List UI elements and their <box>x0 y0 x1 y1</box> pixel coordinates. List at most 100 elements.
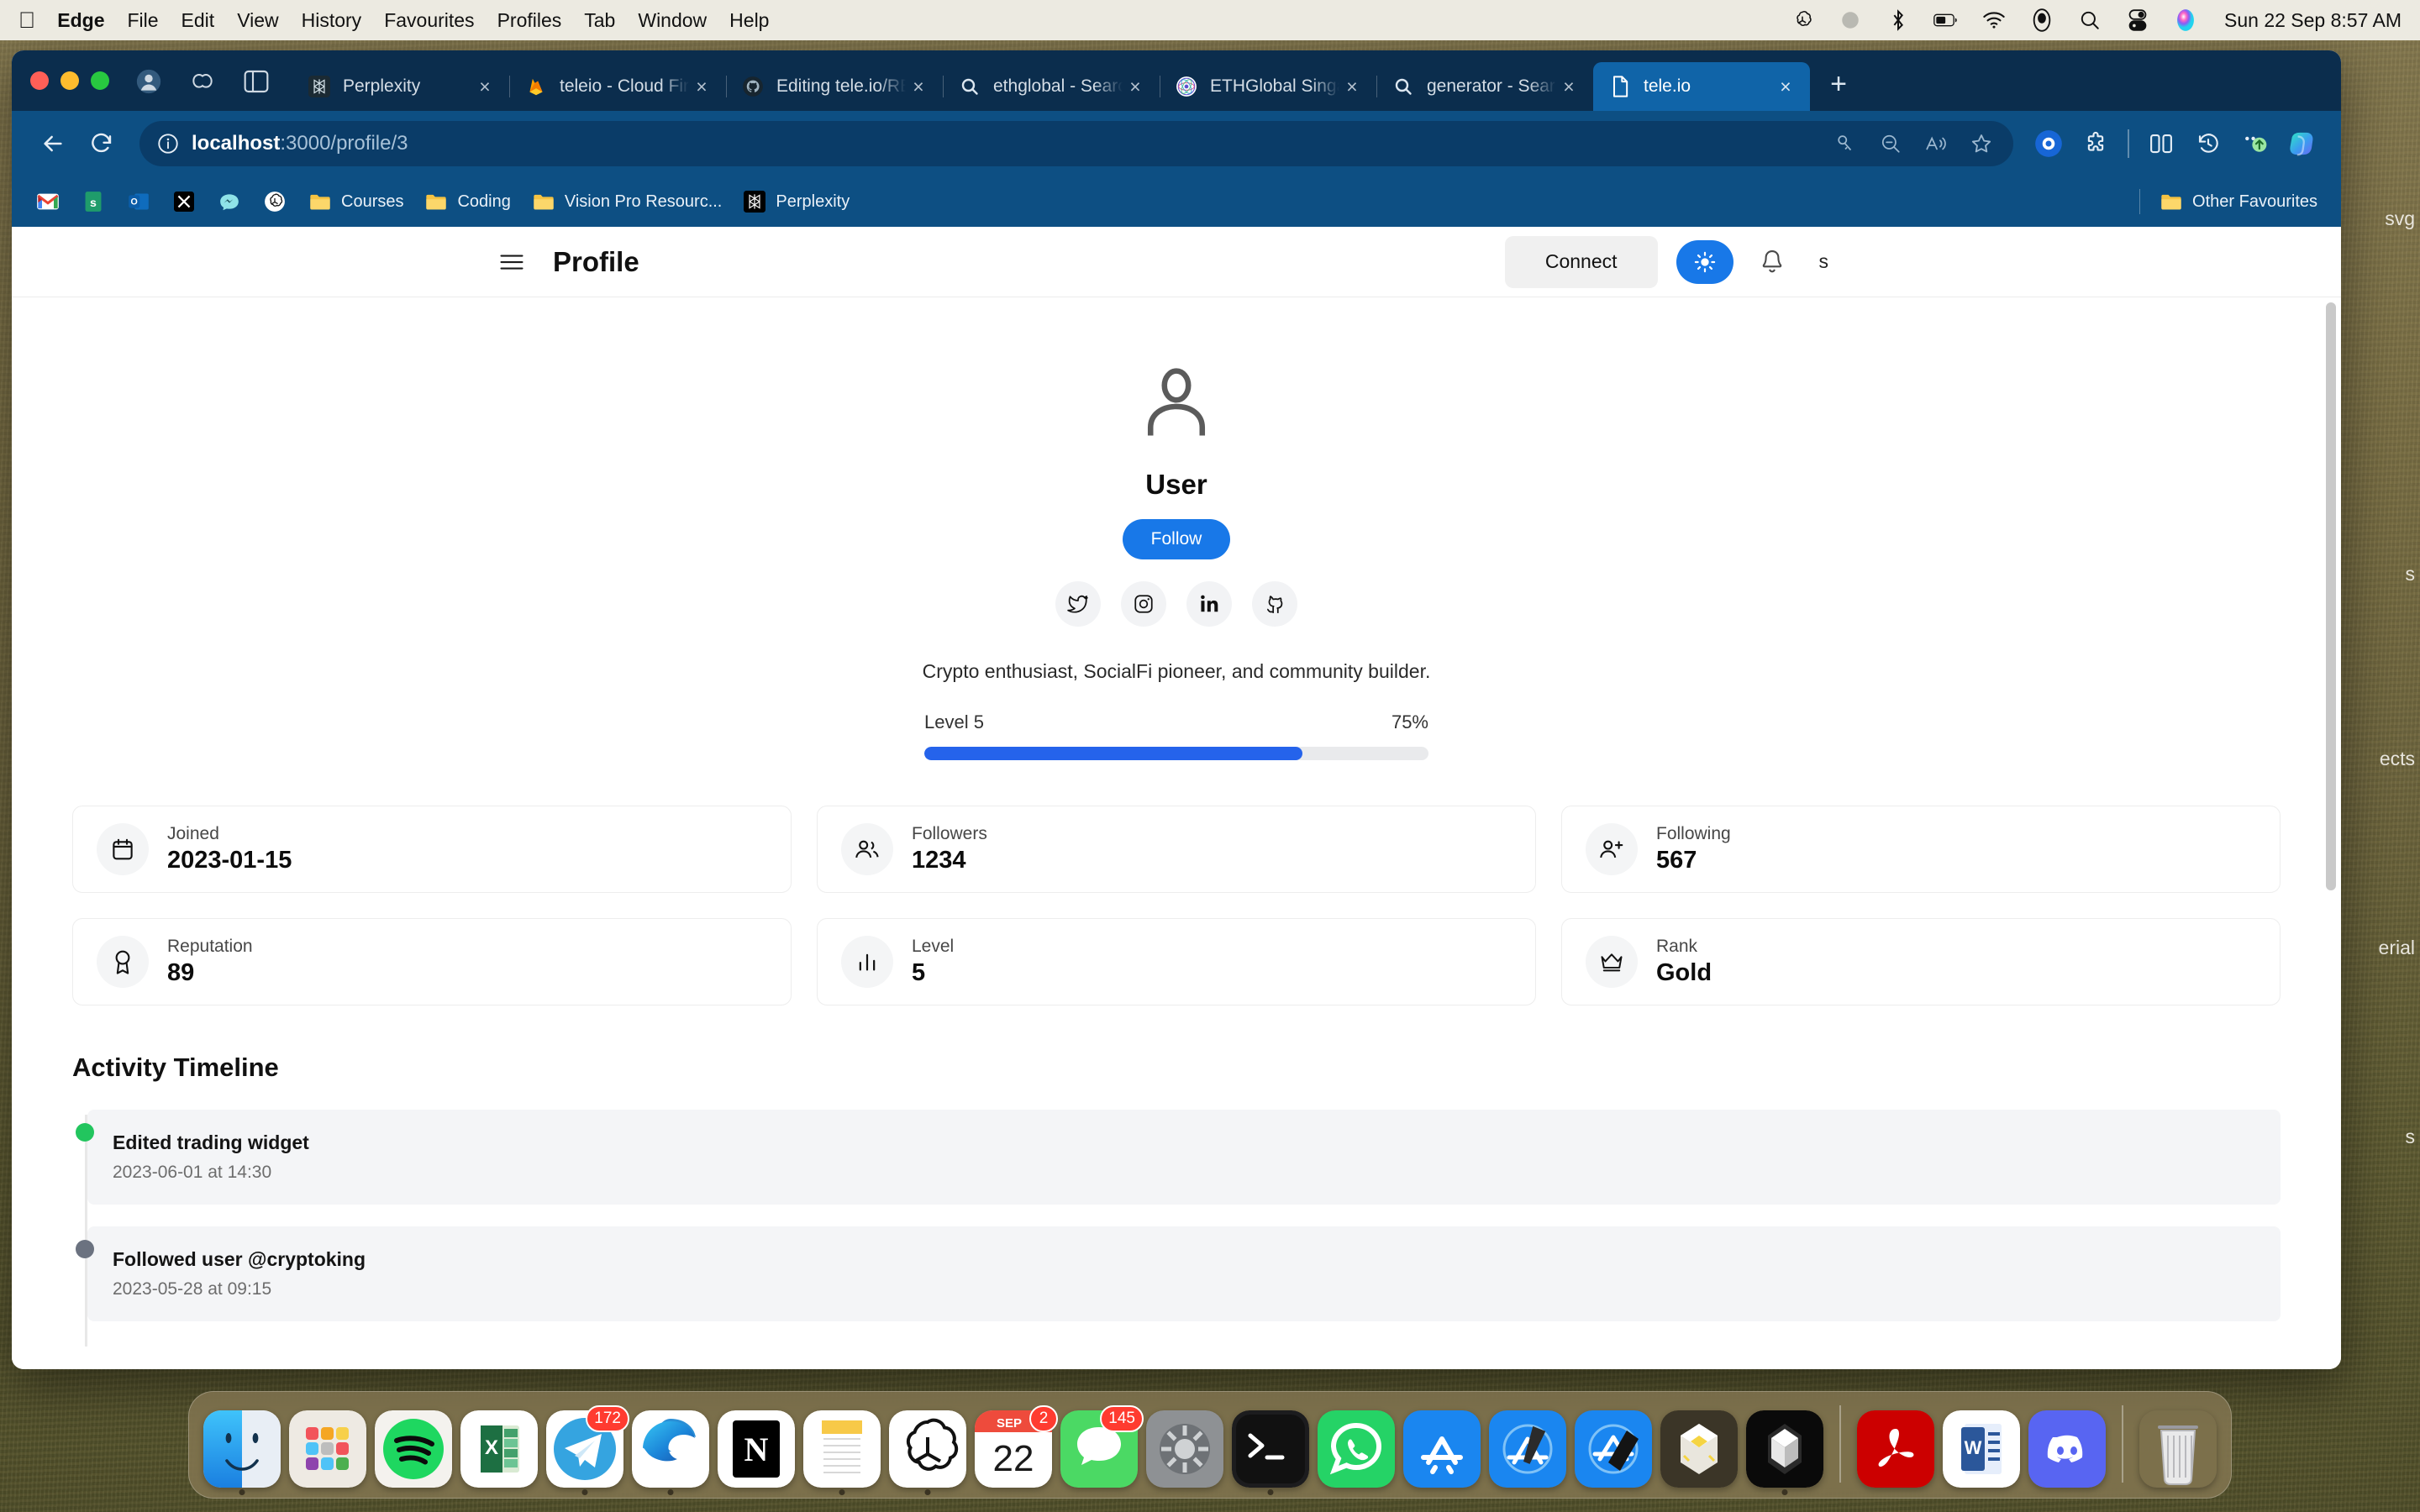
url-text[interactable]: localhost:3000/profile/3 <box>192 132 408 155</box>
menu-item-edge[interactable]: Edge <box>57 9 104 32</box>
address-bar[interactable]: localhost:3000/profile/3 <box>139 121 2013 166</box>
history-icon[interactable] <box>2186 122 2230 165</box>
bookmark-item[interactable] <box>207 183 252 220</box>
browser-tab[interactable]: teleio - Cloud Fire × <box>509 62 726 111</box>
social-link-twitter[interactable] <box>1055 581 1101 627</box>
close-tab-button[interactable]: × <box>472 74 497 99</box>
browser-tab[interactable]: ethglobal - Searc × <box>943 62 1160 111</box>
reload-icon[interactable] <box>77 119 126 168</box>
bookmark-item[interactable]: s <box>71 183 116 220</box>
more-options-icon[interactable] <box>2233 122 2277 165</box>
dock-app-stickies[interactable] <box>802 1409 881 1495</box>
battery-icon[interactable] <box>1933 8 1959 33</box>
globe-icon[interactable] <box>1838 8 1863 33</box>
browser-tab[interactable]: tele.io × <box>1593 62 1810 111</box>
menu-bar-clock[interactable]: Sun 22 Sep 8:57 AM <box>2224 9 2402 32</box>
dock-app-system-settings[interactable] <box>1145 1409 1224 1488</box>
close-tab-button[interactable]: × <box>1123 74 1148 99</box>
tab-actions-icon[interactable] <box>239 64 274 99</box>
window-controls[interactable] <box>30 50 109 111</box>
close-tab-button[interactable]: × <box>689 74 714 99</box>
profile-avatar-icon[interactable] <box>131 64 166 99</box>
timeline-item[interactable]: Edited trading widget 2023-06-01 at 14:30 <box>76 1110 2281 1205</box>
theme-toggle-button[interactable] <box>1676 239 1733 284</box>
dock-app-discord[interactable] <box>2028 1409 2107 1488</box>
info-icon[interactable] <box>156 132 180 155</box>
follow-button[interactable]: Follow <box>1122 519 1231 559</box>
zoom-out-icon[interactable] <box>1872 125 1909 162</box>
dock-app-notion[interactable]: N <box>717 1409 796 1488</box>
dock-app-trash[interactable] <box>2139 1409 2217 1488</box>
social-link-linkedin[interactable] <box>1186 581 1232 627</box>
bookmark-item[interactable] <box>252 183 297 220</box>
menu-item-window[interactable]: Window <box>638 9 707 32</box>
bookmark-item[interactable]: O <box>116 183 161 220</box>
social-link-github[interactable] <box>1252 581 1297 627</box>
bookmark-item[interactable] <box>25 183 71 220</box>
dock-app-chatgpt[interactable] <box>888 1409 967 1495</box>
timeline-item[interactable]: Followed user @cryptoking 2023-05-28 at 0… <box>76 1226 2281 1321</box>
dock-app-reality-composer[interactable] <box>1660 1409 1739 1488</box>
dock-app-launchpad[interactable] <box>288 1409 367 1488</box>
bookmark-item[interactable]: Coding <box>413 183 520 220</box>
siri-icon[interactable] <box>2173 8 2198 33</box>
dock-app-spotify[interactable] <box>374 1409 453 1488</box>
browser-tab[interactable]: ETHGlobal Singap× <box>1160 62 1376 111</box>
key-icon[interactable] <box>1827 125 1864 162</box>
close-window-button[interactable] <box>30 71 49 90</box>
bell-icon[interactable] <box>1752 242 1792 282</box>
menu-item-tab[interactable]: Tab <box>584 9 615 32</box>
menu-item-file[interactable]: File <box>127 9 158 32</box>
menu-item-edit[interactable]: Edit <box>182 9 215 32</box>
wifi-icon[interactable] <box>1981 8 2007 33</box>
connect-button[interactable]: Connect <box>1504 235 1658 288</box>
close-tab-button[interactable]: × <box>1556 74 1581 99</box>
dock-app-finder[interactable] <box>203 1409 281 1495</box>
dock-app-telegram[interactable]: 172 <box>545 1405 629 1495</box>
copilot-dot-icon[interactable] <box>2027 122 2070 165</box>
extensions-icon[interactable] <box>2074 122 2118 165</box>
workspaces-icon[interactable] <box>185 64 220 99</box>
page-scrollbar[interactable] <box>2326 302 2336 1364</box>
browser-tab[interactable]: Editing tele.io/RE × <box>726 62 943 111</box>
dock-app-app-store[interactable] <box>1402 1409 1481 1488</box>
menu-item-history[interactable]: History <box>302 9 362 32</box>
menu-item-help[interactable]: Help <box>729 9 769 32</box>
dock-app-adobe-acrobat[interactable] <box>1856 1409 1935 1488</box>
dock-app-messages[interactable]: 145 <box>1060 1405 1144 1488</box>
dock-app-microsoft-edge[interactable] <box>631 1409 710 1495</box>
bookmark-item[interactable]: Perplexity <box>732 183 860 220</box>
dock-app-microsoft-word[interactable]: W <box>1942 1409 2021 1488</box>
favorite-star-icon[interactable] <box>1963 125 2000 162</box>
other-favourites-bookmark[interactable]: Other Favourites <box>2149 183 2328 220</box>
chatgpt-icon[interactable] <box>1790 8 1815 33</box>
maximize-window-button[interactable] <box>91 71 109 90</box>
split-screen-icon[interactable] <box>2139 122 2183 165</box>
menu-item-favourites[interactable]: Favourites <box>384 9 474 32</box>
bookmark-item[interactable]: Vision Pro Resourc... <box>521 183 733 220</box>
dock-app-terminal[interactable] <box>1231 1409 1310 1495</box>
browser-tab[interactable]: Perplexity × <box>292 62 509 111</box>
dock-app-xcode[interactable] <box>1488 1409 1567 1488</box>
menu-item-view[interactable]: View <box>237 9 278 32</box>
minimize-window-button[interactable] <box>60 71 79 90</box>
browser-tab[interactable]: generator - Searc × <box>1376 62 1593 111</box>
bluetooth-icon[interactable] <box>1886 8 1911 33</box>
dock-app-reality-composer-pro[interactable] <box>1745 1409 1824 1495</box>
control-center-icon[interactable] <box>2125 8 2150 33</box>
user-account-icon[interactable] <box>2029 8 2054 33</box>
back-arrow-icon[interactable] <box>29 119 77 168</box>
close-tab-button[interactable]: × <box>1339 74 1365 99</box>
dock-app-xcode-beta[interactable] <box>1574 1409 1653 1488</box>
search-icon[interactable] <box>2077 8 2102 33</box>
read-aloud-icon[interactable] <box>1918 125 1954 162</box>
menu-item-profiles[interactable]: Profiles <box>497 9 562 32</box>
close-tab-button[interactable]: × <box>1773 74 1798 99</box>
account-initial[interactable]: s <box>1819 250 1829 273</box>
bookmark-item[interactable]: Courses <box>297 183 413 220</box>
close-tab-button[interactable]: × <box>906 74 931 99</box>
dock-app-calendar[interactable]: SEP 22 2 <box>974 1405 1058 1488</box>
dock-app-whatsapp[interactable] <box>1317 1409 1396 1488</box>
social-link-instagram[interactable] <box>1121 581 1166 627</box>
scrollbar-thumb[interactable] <box>2326 302 2336 890</box>
